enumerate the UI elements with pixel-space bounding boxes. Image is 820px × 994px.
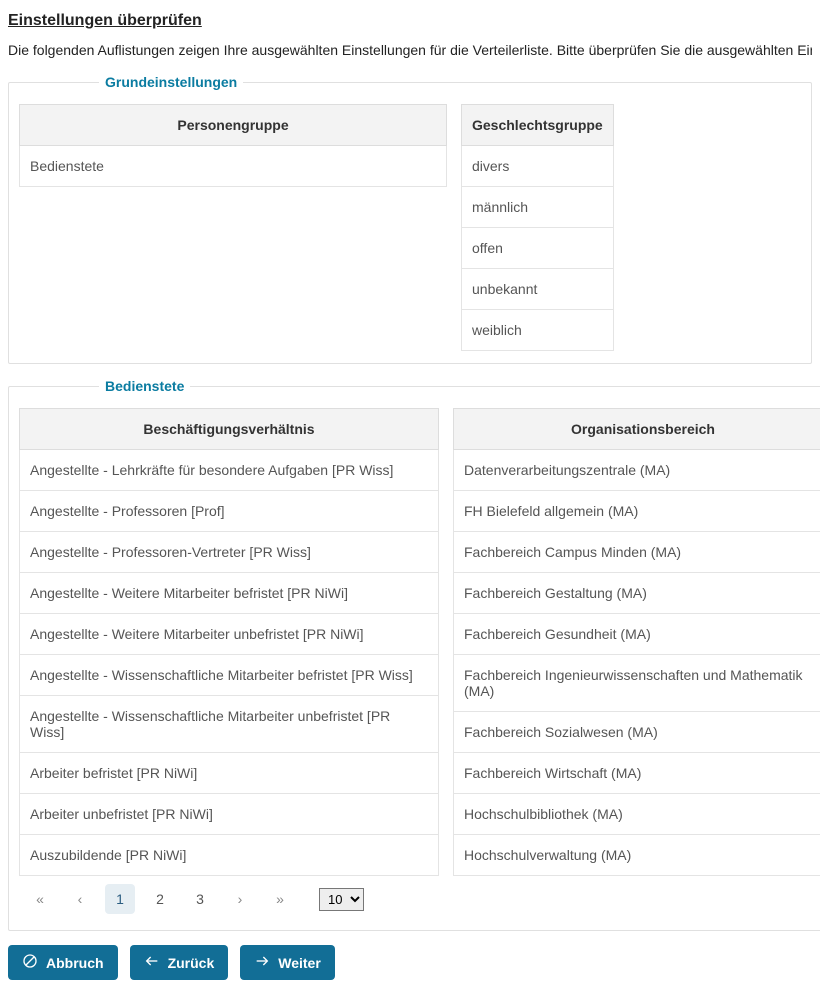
arrow-left-icon — [144, 953, 160, 972]
section-legend-bedienstete: Bedienstete — [99, 378, 190, 394]
table-row: unbekannt — [462, 269, 614, 310]
arrow-right-icon — [254, 953, 270, 972]
table-row: Arbeiter unbefristet [PR NiWi] — [20, 794, 439, 835]
table-row: Angestellte - Wissenschaftliche Mitarbei… — [20, 655, 439, 696]
table-row: Angestellte - Professoren-Vertreter [PR … — [20, 532, 439, 573]
section-legend-grund: Grundeinstellungen — [99, 74, 243, 90]
table-beschaeftigung: Beschäftigungsverhältnis Angestellte - L… — [19, 408, 439, 876]
back-button[interactable]: Zurück — [130, 945, 229, 980]
table-row: Bedienstete — [20, 146, 447, 187]
page-title: Einstellungen überprüfen — [8, 12, 812, 30]
table-row: divers — [462, 146, 614, 187]
table-row: Arbeiter befristet [PR NiWi] — [20, 753, 439, 794]
back-label: Zurück — [168, 955, 215, 971]
button-bar: Abbruch Zurück Weiter — [8, 945, 812, 980]
th-organisation: Organisationsbereich — [454, 409, 820, 450]
table-row: Fachbereich Gesundheit (MA) — [454, 614, 820, 655]
table-row: Angestellte - Weitere Mitarbeiter unbefr… — [20, 614, 439, 655]
table-row: Angestellte - Weitere Mitarbeiter befris… — [20, 573, 439, 614]
table-row: Angestellte - Professoren [Prof] — [20, 491, 439, 532]
table-organisation: Organisationsbereich Datenverarbeitungsz… — [453, 408, 820, 876]
table-row: Datenverarbeitungszentrale (MA) — [454, 450, 820, 491]
table-row: Fachbereich Ingenieurwissenschaften und … — [454, 655, 820, 712]
table-row: Fachbereich Sozialwesen (MA) — [454, 712, 820, 753]
table-row: männlich — [462, 187, 614, 228]
th-personengruppe: Personengruppe — [20, 105, 447, 146]
table-row: Hochschulverwaltung (MA) — [454, 835, 820, 876]
cancel-label: Abbruch — [46, 955, 104, 971]
next-label: Weiter — [278, 955, 321, 971]
cancel-button[interactable]: Abbruch — [8, 945, 118, 980]
paginator-page-3[interactable]: 3 — [185, 884, 215, 914]
intro-text: Die folgenden Auflistungen zeigen Ihre a… — [8, 42, 812, 58]
paginator-first-icon[interactable]: « — [25, 884, 55, 914]
table-row: offen — [462, 228, 614, 269]
paginator-prev-icon[interactable]: ‹ — [65, 884, 95, 914]
paginator-page-1[interactable]: 1 — [105, 884, 135, 914]
paginator-page-2[interactable]: 2 — [145, 884, 175, 914]
table-row: Angestellte - Wissenschaftliche Mitarbei… — [20, 696, 439, 753]
table-row: FH Bielefeld allgemein (MA) — [454, 491, 820, 532]
section-bedienstete: Bedienstete Beschäftigungsverhältnis Ang… — [8, 378, 820, 931]
section-grundeinstellungen: Grundeinstellungen Personengruppe Bedien… — [8, 74, 812, 364]
table-row: Angestellte - Lehrkräfte für besondere A… — [20, 450, 439, 491]
paginator-last-icon[interactable]: » — [265, 884, 295, 914]
cancel-icon — [22, 953, 38, 972]
table-row: Auszubildende [PR NiWi] — [20, 835, 439, 876]
table-row: Fachbereich Wirtschaft (MA) — [454, 753, 820, 794]
table-personengruppe: Personengruppe Bedienstete — [19, 104, 447, 187]
table-row: Fachbereich Gestaltung (MA) — [454, 573, 820, 614]
table-row: Fachbereich Campus Minden (MA) — [454, 532, 820, 573]
th-beschaeftigung: Beschäftigungsverhältnis — [20, 409, 439, 450]
table-row: weiblich — [462, 310, 614, 351]
paginator: « ‹ 1 2 3 › » 10 — [19, 876, 439, 918]
th-geschlecht: Geschlechtsgruppe — [462, 105, 614, 146]
next-button[interactable]: Weiter — [240, 945, 335, 980]
table-row: Hochschulbibliothek (MA) — [454, 794, 820, 835]
paginator-next-icon[interactable]: › — [225, 884, 255, 914]
table-geschlechtsgruppe: Geschlechtsgruppe diversmännlichoffenunb… — [461, 104, 614, 351]
paginator-pagesize-select[interactable]: 10 — [319, 888, 364, 911]
